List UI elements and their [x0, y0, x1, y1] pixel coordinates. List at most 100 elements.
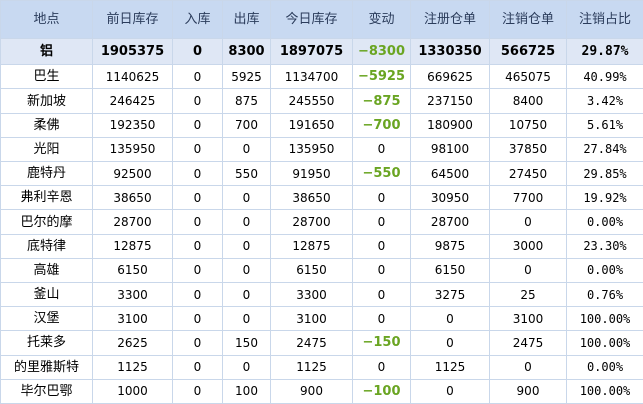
cell-location: 鹿特丹: [0, 161, 93, 187]
cell-change: 0: [352, 233, 411, 259]
col-today-stock: 今日库存: [270, 0, 353, 39]
cell-cancelled: 465075: [489, 64, 567, 90]
cell-registered: 669625: [410, 64, 490, 90]
total-today-stock: 1897075: [270, 37, 353, 66]
cell-prev-stock: 1140625: [92, 64, 173, 90]
cell-registered: 3275: [410, 281, 490, 308]
total-location: 铝: [0, 37, 93, 66]
total-ratio: 29.87%: [566, 37, 643, 66]
table-row: 托莱多 2625 0 150 2475 −150 0 2475 100.00%: [0, 330, 643, 356]
cell-ratio: 27.84%: [566, 136, 643, 163]
cell-location: 光阳: [0, 136, 93, 163]
table-row: 的里雅斯特 1125 0 0 1125 0 1125 0 0.00%: [0, 354, 643, 380]
table-row: 光阳 135950 0 0 135950 0 98100 37850 27.84%: [0, 136, 643, 163]
cell-cancelled: 0: [489, 209, 567, 235]
cell-inbound: 0: [172, 161, 223, 187]
cell-registered: 1125: [410, 354, 490, 380]
cell-inbound: 0: [172, 281, 223, 308]
cell-registered: 98100: [410, 136, 490, 163]
cell-ratio: 3.42%: [566, 88, 643, 114]
cell-inbound: 0: [172, 209, 223, 235]
cell-outbound: 100: [222, 378, 271, 404]
cell-today-stock: 191650: [270, 112, 353, 138]
cell-inbound: 0: [172, 330, 223, 356]
col-cancelled-warrants: 注销仓单: [489, 0, 567, 39]
cell-ratio: 5.61%: [566, 112, 643, 138]
total-registered: 1330350: [410, 37, 490, 66]
cell-location: 汉堡: [0, 306, 93, 332]
cell-change: 0: [352, 185, 411, 211]
cell-cancelled: 8400: [489, 88, 567, 114]
cell-change: −5925: [352, 64, 411, 90]
col-outbound: 出库: [222, 0, 271, 39]
cell-registered: 180900: [410, 112, 490, 138]
cell-today-stock: 245550: [270, 88, 353, 114]
table-row: 鹿特丹 92500 0 550 91950 −550 64500 27450 29.85%: [0, 161, 643, 187]
cell-ratio: 0.00%: [566, 209, 643, 235]
cell-ratio: 23.30%: [566, 233, 643, 259]
table-row: 弗利辛恩 38650 0 0 38650 0 30950 7700 19.92%: [0, 185, 643, 211]
cell-change: −550: [352, 161, 411, 187]
cell-today-stock: 900: [270, 378, 353, 404]
cell-prev-stock: 192350: [92, 112, 173, 138]
total-prev-stock: 1905375: [92, 37, 173, 66]
cell-location: 巴尔的摩: [0, 209, 93, 235]
cell-registered: 0: [410, 378, 490, 404]
cell-registered: 0: [410, 330, 490, 356]
col-cancelled-ratio: 注销占比: [566, 0, 643, 39]
cell-change: −100: [352, 378, 411, 404]
table-row: 底特律 12875 0 0 12875 0 9875 3000 23.30%: [0, 233, 643, 259]
total-row: 铝 1905375 0 8300 1897075 −8300 1330350 5…: [0, 37, 643, 66]
cell-change: −150: [352, 330, 411, 356]
col-prev-stock: 前日库存: [92, 0, 173, 39]
total-cancelled: 566725: [489, 37, 567, 66]
cell-location: 的里雅斯特: [0, 354, 93, 380]
cell-today-stock: 3300: [270, 281, 353, 308]
cell-inbound: 0: [172, 88, 223, 114]
cell-location: 弗利辛恩: [0, 185, 93, 211]
cell-change: 0: [352, 136, 411, 163]
table-row: 巴生 1140625 0 5925 1134700 −5925 669625 465075 40…: [0, 64, 643, 90]
cell-inbound: 0: [172, 136, 223, 163]
col-location: 地点: [0, 0, 93, 39]
cell-change: 0: [352, 281, 411, 308]
table-row: 釜山 3300 0 0 3300 0 3275 25 0.76%: [0, 281, 643, 308]
cell-prev-stock: 1000: [92, 378, 173, 404]
cell-outbound: 875: [222, 88, 271, 114]
cell-change: −700: [352, 112, 411, 138]
total-change: −8300: [352, 37, 411, 66]
cell-cancelled: 900: [489, 378, 567, 404]
cell-today-stock: 1125: [270, 354, 353, 380]
cell-registered: 6150: [410, 257, 490, 283]
cell-cancelled: 25: [489, 281, 567, 308]
cell-ratio: 0.76%: [566, 281, 643, 308]
cell-registered: 0: [410, 306, 490, 332]
cell-outbound: 0: [222, 257, 271, 283]
cell-ratio: 100.00%: [566, 378, 643, 404]
cell-cancelled: 2475: [489, 330, 567, 356]
table-header: 地点 前日库存 入库 出库 今日库存 变动 注册仓单 注销仓单 注销占比: [0, 0, 643, 39]
cell-inbound: 0: [172, 378, 223, 404]
table-row: 毕尔巴鄂 1000 0 100 900 −100 0 900 100.00%: [0, 378, 643, 404]
cell-today-stock: 3100: [270, 306, 353, 332]
header-row: 地点 前日库存 入库 出库 今日库存 变动 注册仓单 注销仓单 注销占比: [0, 0, 643, 39]
cell-prev-stock: 92500: [92, 161, 173, 187]
cell-prev-stock: 2625: [92, 330, 173, 356]
cell-registered: 64500: [410, 161, 490, 187]
cell-today-stock: 2475: [270, 330, 353, 356]
cell-outbound: 550: [222, 161, 271, 187]
cell-prev-stock: 12875: [92, 233, 173, 259]
cell-outbound: 150: [222, 330, 271, 356]
cell-ratio: 100.00%: [566, 330, 643, 356]
cell-prev-stock: 28700: [92, 209, 173, 235]
cell-today-stock: 135950: [270, 136, 353, 163]
cell-inbound: 0: [172, 112, 223, 138]
cell-ratio: 29.85%: [566, 161, 643, 187]
cell-location: 底特律: [0, 233, 93, 259]
cell-change: −875: [352, 88, 411, 114]
cell-inbound: 0: [172, 185, 223, 211]
cell-outbound: 0: [222, 136, 271, 163]
cell-outbound: 0: [222, 281, 271, 308]
cell-ratio: 100.00%: [566, 306, 643, 332]
cell-change: 0: [352, 257, 411, 283]
